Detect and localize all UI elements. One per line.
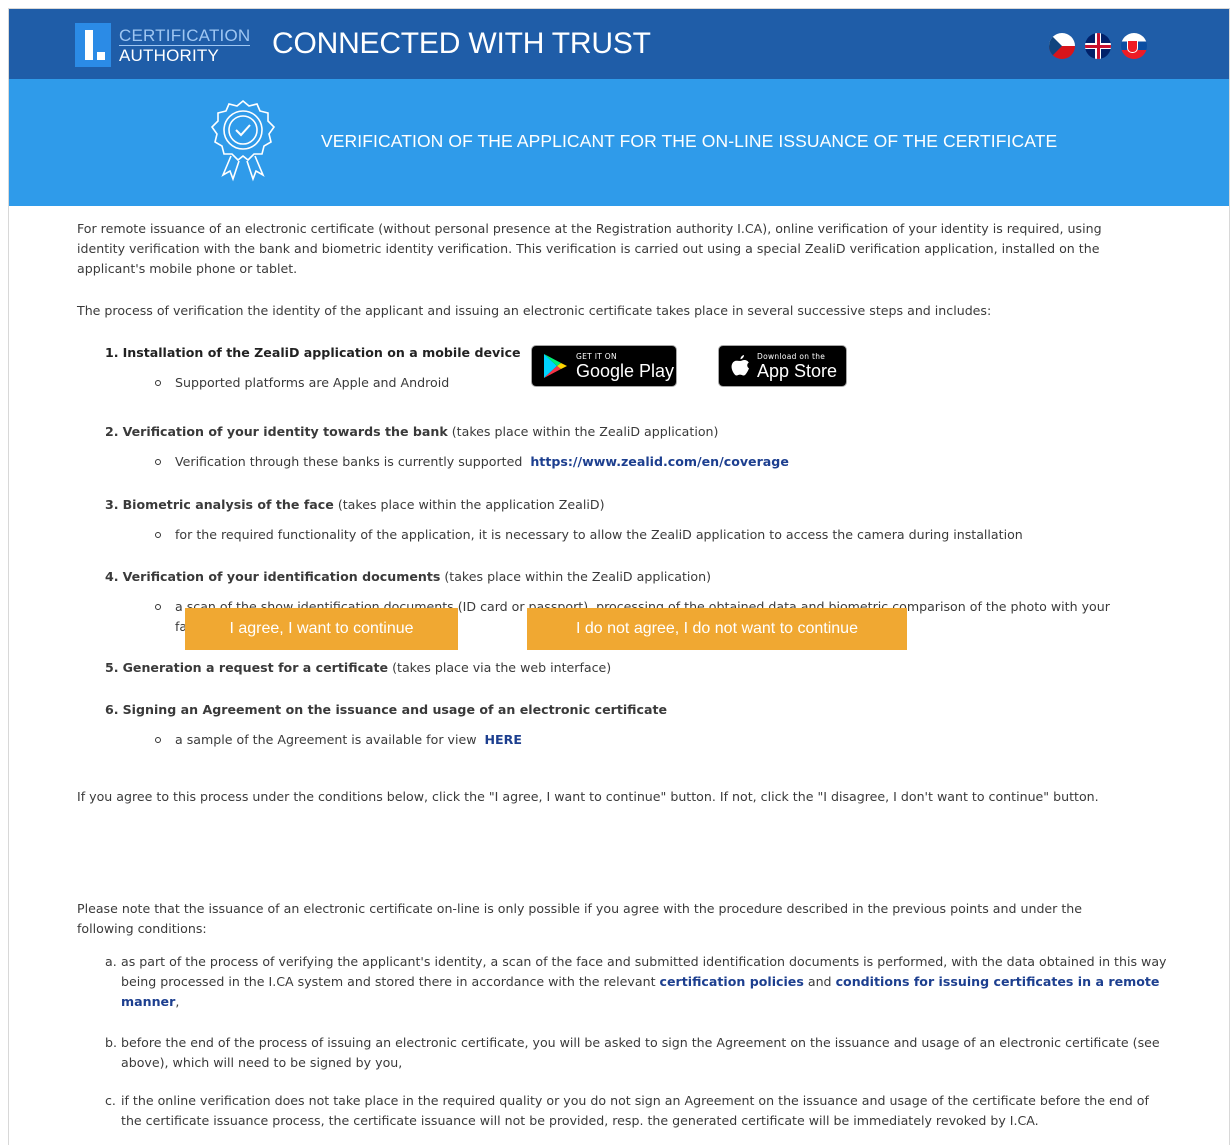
step-number: 6.: [105, 702, 119, 717]
process-intro: The process of verification the identity…: [77, 303, 992, 318]
step-number: 3.: [105, 497, 119, 512]
agree-instructions: If you agree to this process under the c…: [77, 789, 1099, 804]
certification-policies-link[interactable]: certification policies: [660, 974, 804, 989]
google-play-icon: [544, 354, 567, 378]
english-flag-icon[interactable]: [1085, 33, 1111, 59]
hero-banner: VERIFICATION OF THE APPLICANT FOR THE ON…: [9, 79, 1229, 206]
conditions-note: Please note that the issuance of an elec…: [77, 901, 1083, 936]
app-store-small-text: Download on the: [757, 351, 826, 361]
step-title: Generation a request for a certificate: [122, 660, 389, 675]
hero-title: VERIFICATION OF THE APPLICANT FOR THE ON…: [321, 131, 1058, 151]
logo-mark: [75, 23, 111, 67]
condition-letter: b.: [105, 1035, 117, 1050]
condition-end: ,: [175, 994, 180, 1009]
step-number: 2.: [105, 424, 119, 439]
step-title: Verification of your identity towards th…: [122, 424, 448, 439]
step-6: 6. Signing an Agreement on the issuance …: [105, 700, 667, 720]
agreement-sample-link[interactable]: HERE: [485, 732, 522, 747]
intro-paragraph: For remote issuance of an electronic cer…: [77, 221, 1102, 276]
bullet-text: a sample of the Agreement is available f…: [175, 732, 477, 747]
language-switcher: [1049, 33, 1147, 59]
google-play-label: Google Play: [576, 360, 675, 381]
step-title: Installation of the ZealiD application o…: [122, 345, 521, 360]
coverage-link[interactable]: https://www.zealid.com/en/coverage: [530, 454, 789, 469]
czech-flag-icon[interactable]: [1049, 33, 1075, 59]
step-title: Signing an Agreement on the issuance and…: [122, 702, 668, 717]
disagree-button[interactable]: I do not agree, I do not want to continu…: [527, 608, 907, 650]
header-slogan: CONNECTED WITH TRUST: [272, 27, 651, 60]
step-1: 1. Installation of the ZealiD applicatio…: [105, 343, 521, 363]
step-note: (takes place via the web interface): [392, 660, 612, 675]
app-store-button[interactable]: Download on the App Store: [718, 345, 847, 387]
google-play-small-text: GET IT ON: [576, 351, 617, 361]
step-number: 1.: [105, 345, 119, 360]
step-number: 5.: [105, 660, 119, 675]
page-frame: CERTIFICATION AUTHORITY CONNECTED WITH T…: [8, 8, 1230, 1145]
bullet-text: Verification through these banks is curr…: [175, 454, 523, 469]
condition-text: before the end of the process of issuing…: [121, 1035, 1160, 1070]
condition-letter: a.: [105, 954, 117, 969]
step-note: (takes place within the application Zeal…: [337, 497, 605, 512]
condition-c: c. if the online verification does not t…: [105, 1091, 1171, 1131]
logo-text: CERTIFICATION AUTHORITY: [119, 23, 251, 67]
app-store-label: App Store: [757, 360, 838, 381]
step-5: 5. Generation a request for a certificat…: [105, 658, 611, 678]
condition-connector: and: [807, 974, 832, 989]
logo-line-1: CERTIFICATION: [119, 25, 251, 45]
step-6-bullet: a sample of the Agreement is available f…: [153, 730, 522, 750]
step-3: 3. Biometric analysis of the face (takes…: [105, 495, 605, 515]
agree-button[interactable]: I agree, I want to continue: [185, 608, 458, 650]
step-title: Biometric analysis of the face: [122, 497, 334, 512]
condition-letter: c.: [105, 1093, 116, 1108]
ica-logo[interactable]: CERTIFICATION AUTHORITY: [75, 23, 251, 67]
certificate-badge-icon: [210, 99, 276, 187]
step-2: 2. Verification of your identity towards…: [105, 422, 718, 442]
step-note: (takes place within the ZealiD applicati…: [444, 569, 712, 584]
step-2-bullet: Verification through these banks is curr…: [153, 452, 789, 472]
step-title: Verification of your identification docu…: [122, 569, 441, 584]
top-header: CERTIFICATION AUTHORITY CONNECTED WITH T…: [9, 9, 1229, 79]
condition-b: b. before the end of the process of issu…: [105, 1033, 1171, 1073]
step-number: 4.: [105, 569, 119, 584]
apple-icon: [731, 355, 749, 376]
slovak-flag-icon[interactable]: [1121, 33, 1147, 59]
step-3-bullet: for the required functionality of the ap…: [153, 525, 1023, 545]
google-play-button[interactable]: GET IT ON Google Play: [531, 345, 677, 387]
condition-text: if the online verification does not take…: [121, 1093, 1149, 1128]
step-note: (takes place within the ZealiD applicati…: [451, 424, 719, 439]
condition-a: a. as part of the process of verifying t…: [105, 952, 1171, 1012]
step-1-bullet: Supported platforms are Apple and Androi…: [153, 373, 449, 393]
logo-line-2: AUTHORITY: [119, 44, 251, 65]
step-4: 4. Verification of your identification d…: [105, 567, 711, 587]
